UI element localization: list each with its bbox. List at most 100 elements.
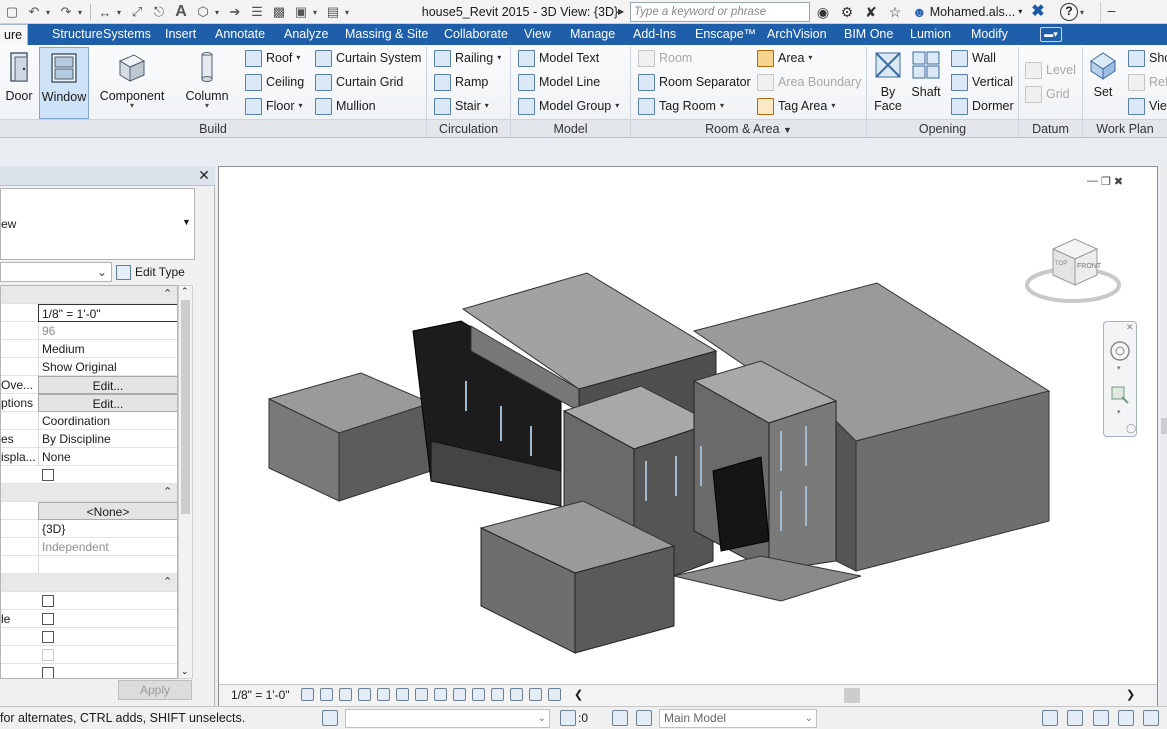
navbar-options-icon[interactable]: ◯ — [1126, 423, 1136, 434]
group-identity[interactable]: ⌃ — [1, 484, 177, 502]
property-row[interactable] — [1, 664, 177, 678]
view-scale-field[interactable]: 1/8" = 1'-0" — [38, 304, 177, 322]
user-account[interactable]: ☻ Mohamed.als... ▾ — [912, 0, 1022, 24]
scroll-thumb[interactable] — [1161, 418, 1167, 434]
crop-region-icon[interactable] — [434, 688, 447, 701]
tab-structure[interactable]: Structure — [52, 24, 103, 45]
room-button[interactable]: Room — [638, 47, 692, 69]
model-line-button[interactable]: Model Line — [518, 71, 600, 93]
tab-massing-site[interactable]: Massing & Site — [345, 24, 428, 45]
title-on-sheet-field[interactable] — [38, 556, 177, 574]
parts-visibility-field[interactable]: Show Original — [38, 358, 177, 376]
vertical-opening-button[interactable]: Vertical — [951, 71, 1013, 93]
help[interactable]: ? ▾ — [1060, 2, 1084, 22]
level-button[interactable]: Level — [1025, 59, 1076, 81]
model-group-dropdown-icon[interactable]: ▾ — [615, 95, 619, 117]
worksets-icon[interactable] — [322, 710, 338, 726]
communication-center-icon[interactable]: ✘ — [860, 2, 882, 22]
property-row[interactable] — [1, 592, 177, 610]
select-underlay-icon[interactable] — [1067, 710, 1083, 726]
window-button[interactable]: Window — [39, 47, 89, 119]
edit-type-button[interactable]: Edit Type — [116, 262, 185, 282]
zoom-icon[interactable] — [1109, 384, 1131, 406]
floor-button[interactable]: Floor ▾ — [245, 95, 303, 117]
model-text-button[interactable]: Model Text — [518, 47, 599, 69]
drag-elements-icon[interactable] — [1143, 710, 1159, 726]
measure-icon[interactable]: ↔ — [95, 2, 115, 22]
model-group-button[interactable]: Model Group ▾ — [518, 95, 619, 117]
apply-button[interactable]: Apply — [118, 680, 192, 700]
railing-dropdown-icon[interactable]: ▾ — [497, 47, 501, 69]
ref-plane-button[interactable]: Ref — [1128, 71, 1167, 93]
curtain-system-button[interactable]: Curtain System — [315, 47, 421, 69]
tag-room-button[interactable]: Tag Room ▾ — [638, 95, 724, 117]
horizontal-scrollbar[interactable]: ❮ ❯ — [574, 688, 1135, 703]
viewcube-top-label[interactable]: TOP — [1055, 261, 1067, 267]
3d-view-viewport[interactable]: — ❐ ✖ TOP FRONT ✕ ▾ ▾ ◯ 1/8" = 1'-0" ❮ ❯ — [218, 166, 1158, 706]
grid-button[interactable]: Grid — [1025, 83, 1070, 105]
room-area-panel-title[interactable]: Room & Area ▼ — [631, 119, 866, 137]
building-model[interactable] — [219, 167, 1159, 682]
worksharing-display-icon[interactable] — [510, 688, 523, 701]
edit-graphic-display-button[interactable]: Edit... — [38, 394, 177, 412]
chevron-down-icon[interactable]: ⌄ — [97, 265, 107, 279]
properties-scrollbar[interactable]: ⌃ ⌄ — [178, 285, 193, 679]
steering-wheel-dropdown-icon[interactable]: ▾ — [1117, 364, 1121, 372]
workset-dropdown[interactable]: ⌄ — [345, 709, 550, 728]
property-row[interactable] — [1, 556, 177, 574]
save-icon[interactable]: ▢ — [2, 2, 22, 22]
ceiling-button[interactable]: Ceiling — [245, 71, 304, 93]
railing-button[interactable]: Railing ▾ — [434, 47, 501, 69]
show-work-plane-button[interactable]: Sho — [1128, 47, 1167, 69]
property-row[interactable]: Medium — [1, 340, 177, 358]
viewcube[interactable]: TOP FRONT — [1023, 233, 1123, 309]
property-row[interactable] — [1, 628, 177, 646]
annotation-crop-checkbox[interactable] — [42, 631, 54, 643]
scroll-right-icon[interactable]: ❯ — [1126, 688, 1135, 701]
tag-area-dropdown-icon[interactable]: ▾ — [831, 95, 835, 117]
tab-view[interactable]: View — [524, 24, 551, 45]
area-dropdown-icon[interactable]: ▾ — [808, 47, 812, 69]
text-icon[interactable]: A — [171, 2, 191, 22]
filter-icon[interactable] — [560, 710, 576, 726]
stair-button[interactable]: Stair ▾ — [434, 95, 489, 117]
undo-icon[interactable]: ↶ — [24, 2, 44, 22]
search-input[interactable]: Type a keyword or phrase — [630, 2, 810, 22]
component-dropdown-icon[interactable]: ▾ — [96, 102, 168, 110]
sun-path-icon[interactable] — [339, 688, 352, 701]
qat-menu-dropdown-icon[interactable]: ▾ — [345, 8, 353, 17]
temporary-view-properties-icon[interactable] — [491, 688, 504, 701]
show-hidden-lines-field[interactable]: By Discipline — [38, 430, 177, 448]
switch-windows-dropdown-icon[interactable]: ▾ — [313, 8, 321, 17]
redo-icon[interactable]: ↷ — [56, 2, 76, 22]
crop-view-checkbox[interactable] — [42, 595, 54, 607]
zoom-dropdown-icon[interactable]: ▾ — [1117, 408, 1121, 416]
design-options-icon[interactable] — [612, 710, 628, 726]
group-graphics[interactable]: ⌃ — [1, 286, 177, 304]
instance-filter-dropdown[interactable]: ⌄ — [0, 262, 112, 282]
type-selector[interactable]: ew ▼ — [0, 188, 195, 260]
ramp-button[interactable]: Ramp — [434, 71, 488, 93]
property-row[interactable]: 96 — [1, 322, 177, 340]
chevron-down-icon[interactable]: ⌄ — [538, 710, 546, 727]
edit-vg-overrides-button[interactable]: Edit... — [38, 376, 177, 394]
editable-only-icon[interactable] — [636, 710, 652, 726]
property-row[interactable]: le — [1, 610, 177, 628]
view-scale-label[interactable]: 1/8" = 1'-0" — [231, 688, 290, 702]
room-separator-button[interactable]: Room Separator — [638, 71, 751, 93]
column-button[interactable]: Column ▾ — [182, 47, 232, 119]
viewer-button[interactable]: View — [1128, 95, 1167, 117]
door-button[interactable]: Door — [2, 47, 36, 119]
scroll-left-icon[interactable]: ❮ — [574, 688, 583, 701]
scroll-up-icon[interactable]: ⌃ — [181, 286, 189, 297]
detail-level-icon[interactable] — [301, 688, 314, 701]
binoculars-search-icon[interactable]: ◉ — [812, 2, 834, 22]
roof-dropdown-icon[interactable]: ▾ — [296, 47, 300, 69]
property-row[interactable]: ispla... None — [1, 448, 177, 466]
select-by-face-icon[interactable] — [1118, 710, 1134, 726]
scroll-thumb[interactable] — [844, 688, 860, 703]
property-row[interactable]: Independent — [1, 538, 177, 556]
view-name-field[interactable]: {3D} — [38, 520, 177, 538]
switch-windows-icon[interactable]: ▣ — [291, 2, 311, 22]
subscription-center-icon[interactable]: ⚙ — [836, 2, 858, 22]
